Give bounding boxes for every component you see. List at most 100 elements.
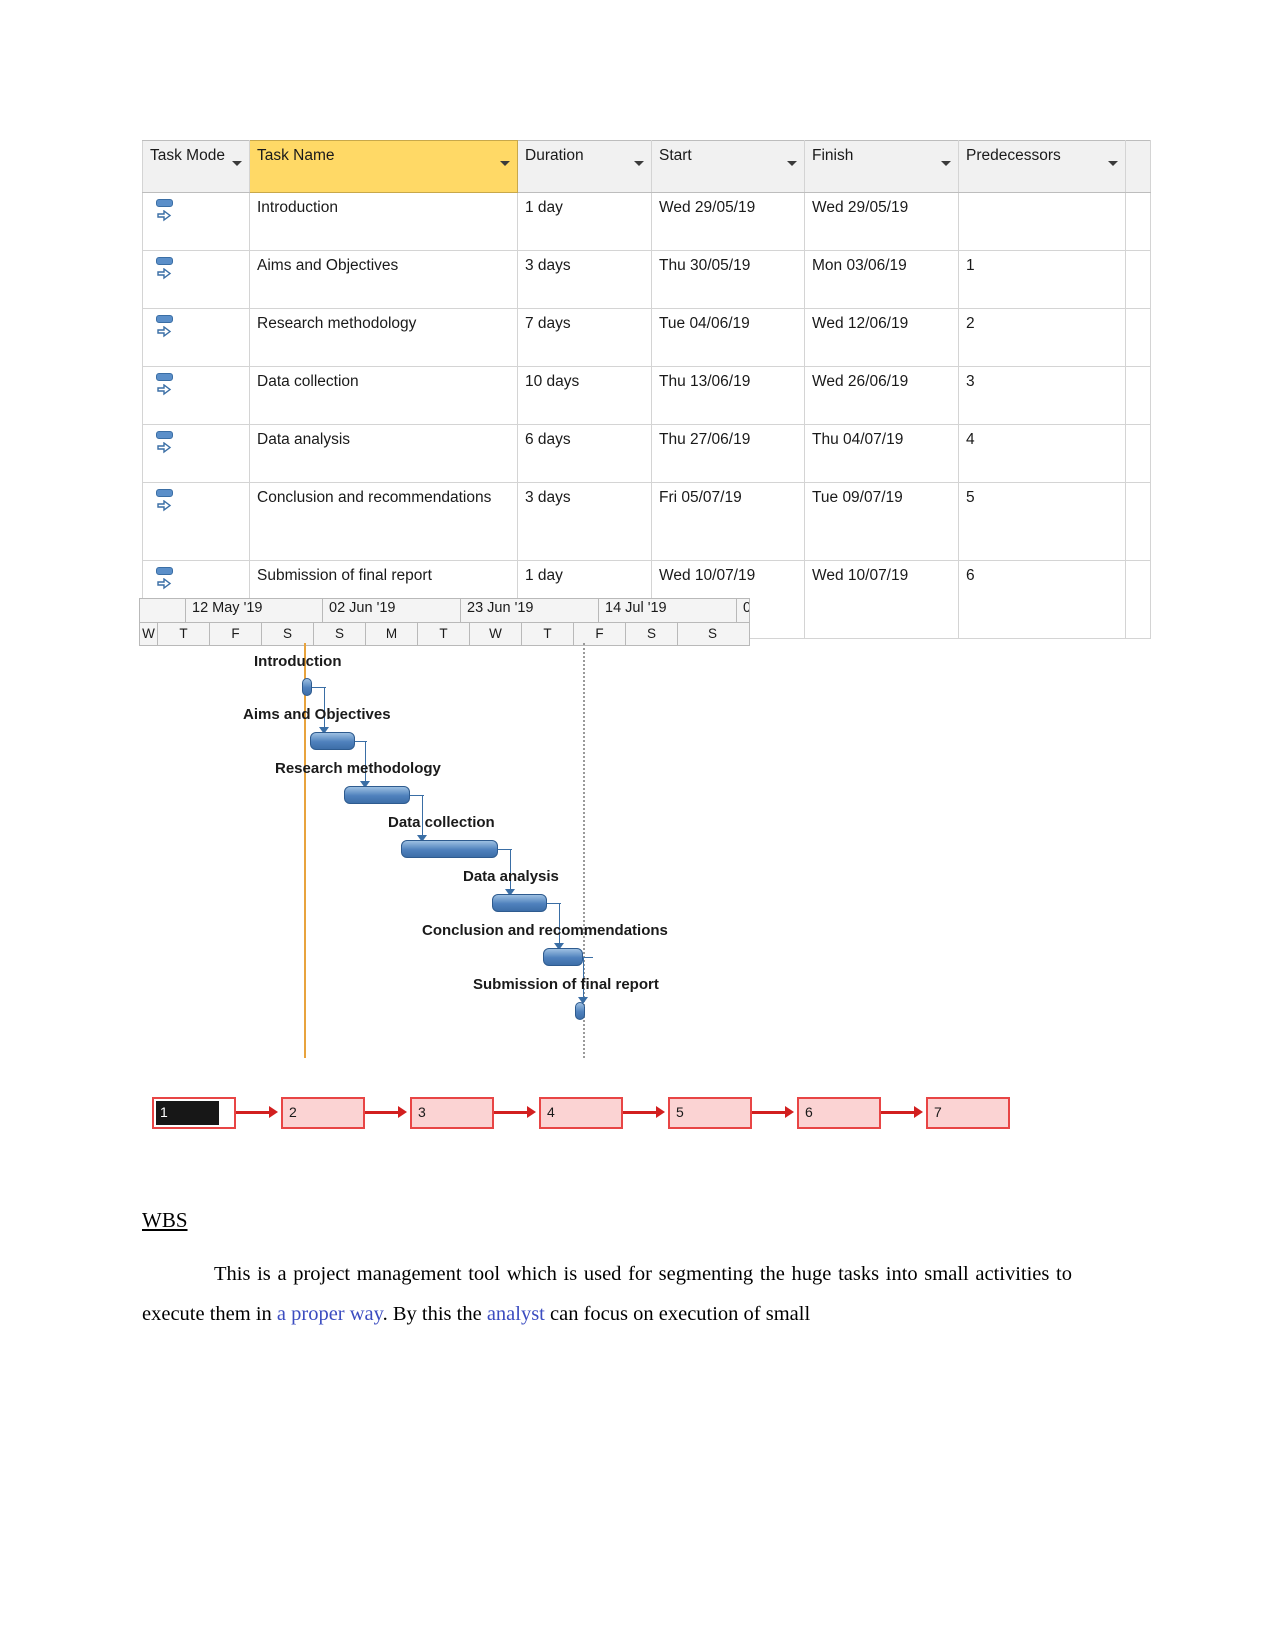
cell-finish[interactable]: Thu 04/07/19 bbox=[804, 424, 959, 483]
cell-task-name[interactable]: Introduction bbox=[249, 192, 518, 251]
cell-predecessors[interactable]: 2 bbox=[958, 308, 1126, 367]
network-arrow-line bbox=[365, 1111, 400, 1114]
network-arrow-head-icon bbox=[398, 1106, 407, 1118]
chevron-down-icon[interactable] bbox=[634, 161, 644, 166]
cell-duration[interactable]: 10 days bbox=[517, 366, 652, 425]
gantt-bar-aims-and-objectives[interactable] bbox=[310, 732, 355, 750]
cell-task-mode[interactable] bbox=[142, 192, 250, 251]
cell-start[interactable]: Thu 13/06/19 bbox=[651, 366, 805, 425]
network-node-label: 4 bbox=[547, 1104, 555, 1120]
column-header-start[interactable]: Start bbox=[651, 140, 805, 193]
cell-truncated bbox=[1125, 308, 1151, 367]
cell-start[interactable]: Tue 04/06/19 bbox=[651, 308, 805, 367]
table-row[interactable]: Data collection 10 days Thu 13/06/19 Wed… bbox=[142, 366, 1151, 425]
gantt-bar-label: Research methodology bbox=[275, 760, 441, 777]
task-grid: Task Mode Task Name Duration Start Finis… bbox=[142, 140, 1151, 639]
cell-task-name[interactable]: Conclusion and recommendations bbox=[249, 482, 518, 561]
cell-finish[interactable]: Wed 12/06/19 bbox=[804, 308, 959, 367]
gantt-week-label: 23 Jun '19 bbox=[461, 599, 599, 622]
gantt-day-label: F bbox=[210, 623, 262, 645]
gantt-week-label: 02 Jun '19 bbox=[323, 599, 461, 622]
cell-task-mode[interactable] bbox=[142, 250, 250, 309]
task-grid-body: Introduction 1 day Wed 29/05/19 Wed 29/0… bbox=[142, 192, 1151, 639]
cell-task-mode[interactable] bbox=[142, 308, 250, 367]
cell-task-mode[interactable] bbox=[142, 482, 250, 561]
column-header-duration[interactable]: Duration bbox=[517, 140, 652, 193]
link-analyst[interactable]: analyst bbox=[487, 1303, 545, 1325]
cell-finish[interactable]: Wed 26/06/19 bbox=[804, 366, 959, 425]
cell-predecessors[interactable]: 5 bbox=[958, 482, 1126, 561]
cell-truncated bbox=[1125, 366, 1151, 425]
cell-task-name[interactable]: Data collection bbox=[249, 366, 518, 425]
cell-task-mode[interactable] bbox=[142, 424, 250, 483]
table-row[interactable]: Conclusion and recommendations 3 days Fr… bbox=[142, 482, 1151, 561]
table-row[interactable]: Research methodology 7 days Tue 04/06/19… bbox=[142, 308, 1151, 367]
cell-predecessors[interactable]: 1 bbox=[958, 250, 1126, 309]
cell-truncated bbox=[1125, 482, 1151, 561]
gantt-day-label: W bbox=[140, 623, 158, 645]
auto-schedule-icon bbox=[156, 199, 178, 225]
column-header-predecessors[interactable]: Predecessors bbox=[958, 140, 1126, 193]
cell-task-mode[interactable] bbox=[142, 366, 250, 425]
cell-finish[interactable]: Tue 09/07/19 bbox=[804, 482, 959, 561]
cell-finish[interactable]: Wed 29/05/19 bbox=[804, 192, 959, 251]
network-arrow-line bbox=[881, 1111, 916, 1114]
column-header-task-name[interactable]: Task Name bbox=[249, 140, 518, 193]
chevron-down-icon[interactable] bbox=[500, 161, 510, 166]
gantt-bar-data-analysis[interactable] bbox=[492, 894, 547, 912]
cell-start[interactable]: Thu 27/06/19 bbox=[651, 424, 805, 483]
link-a-proper-way[interactable]: a proper way bbox=[277, 1303, 383, 1325]
gantt-bar-submission-of-final-report[interactable] bbox=[575, 1002, 585, 1020]
network-node-5[interactable]: 5 bbox=[668, 1097, 752, 1129]
network-node-2[interactable]: 2 bbox=[281, 1097, 365, 1129]
cell-duration[interactable]: 7 days bbox=[517, 308, 652, 367]
chevron-down-icon[interactable] bbox=[232, 161, 242, 166]
cell-duration[interactable]: 3 days bbox=[517, 250, 652, 309]
network-node-4[interactable]: 4 bbox=[539, 1097, 623, 1129]
cell-duration[interactable]: 6 days bbox=[517, 424, 652, 483]
network-arrow-head-icon bbox=[269, 1106, 278, 1118]
column-header-task-mode[interactable]: Task Mode bbox=[142, 140, 250, 193]
table-row[interactable]: Data analysis 6 days Thu 27/06/19 Thu 04… bbox=[142, 424, 1151, 483]
network-node-3[interactable]: 3 bbox=[410, 1097, 494, 1129]
gantt-bar-research-methodology[interactable] bbox=[344, 786, 410, 804]
cell-predecessors[interactable]: 6 bbox=[958, 560, 1126, 639]
cell-task-name[interactable]: Data analysis bbox=[249, 424, 518, 483]
cell-finish[interactable]: Mon 03/06/19 bbox=[804, 250, 959, 309]
column-header-finish[interactable]: Finish bbox=[804, 140, 959, 193]
cell-start[interactable]: Wed 29/05/19 bbox=[651, 192, 805, 251]
network-arrow-head-icon bbox=[656, 1106, 665, 1118]
gantt-bar-data-collection[interactable] bbox=[401, 840, 498, 858]
chevron-down-icon[interactable] bbox=[941, 161, 951, 166]
gantt-bar-label: Introduction bbox=[254, 653, 342, 670]
gantt-day-label: M bbox=[366, 623, 418, 645]
gantt-week-label: 0 bbox=[743, 600, 749, 616]
auto-schedule-icon bbox=[156, 257, 178, 283]
cell-start[interactable]: Fri 05/07/19 bbox=[651, 482, 805, 561]
gantt-bar-conclusion-and-recommendations[interactable] bbox=[543, 948, 583, 966]
gantt-day-label: T bbox=[158, 623, 210, 645]
network-node-7[interactable]: 7 bbox=[926, 1097, 1010, 1129]
network-node-6[interactable]: 6 bbox=[797, 1097, 881, 1129]
cell-duration[interactable]: 1 day bbox=[517, 192, 652, 251]
network-arrow-head-icon bbox=[914, 1106, 923, 1118]
column-header-duration-label: Duration bbox=[525, 147, 584, 164]
cell-predecessors[interactable] bbox=[958, 192, 1126, 251]
network-arrow-line bbox=[494, 1111, 529, 1114]
cell-duration[interactable]: 3 days bbox=[517, 482, 652, 561]
column-header-finish-label: Finish bbox=[812, 147, 854, 164]
network-node-1[interactable]: 1 bbox=[152, 1097, 236, 1129]
gantt-week-label: 12 May '19 bbox=[186, 599, 323, 622]
cell-start[interactable]: Thu 30/05/19 bbox=[651, 250, 805, 309]
gantt-day-label: T bbox=[418, 623, 470, 645]
chevron-down-icon[interactable] bbox=[787, 161, 797, 166]
cell-finish[interactable]: Wed 10/07/19 bbox=[804, 560, 959, 639]
gantt-bar-introduction[interactable] bbox=[302, 678, 312, 696]
table-row[interactable]: Aims and Objectives 3 days Thu 30/05/19 … bbox=[142, 250, 1151, 309]
cell-predecessors[interactable]: 3 bbox=[958, 366, 1126, 425]
cell-task-name[interactable]: Research methodology bbox=[249, 308, 518, 367]
cell-task-name[interactable]: Aims and Objectives bbox=[249, 250, 518, 309]
table-row[interactable]: Introduction 1 day Wed 29/05/19 Wed 29/0… bbox=[142, 192, 1151, 251]
cell-predecessors[interactable]: 4 bbox=[958, 424, 1126, 483]
chevron-down-icon[interactable] bbox=[1108, 161, 1118, 166]
